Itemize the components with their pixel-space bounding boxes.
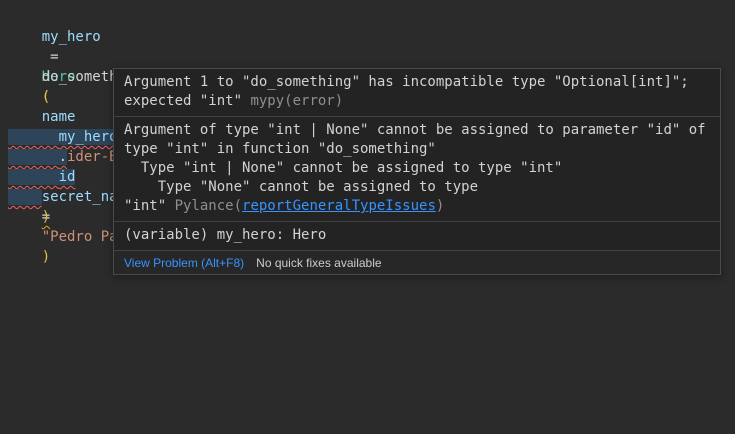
view-problem-link[interactable]: View Problem (Alt+F8)	[124, 256, 244, 270]
pylance-message-line-3: Type "int | None" cannot be assigned to …	[124, 159, 710, 178]
pylance-message-line-2: type "int" in function "do_something"	[124, 140, 710, 159]
hover-tooltip: Argument 1 to "do_something" has incompa…	[113, 68, 721, 275]
pylance-diagnostic-section: Argument of type "int | None" cannot be …	[114, 117, 720, 222]
mypy-diagnostic-section: Argument 1 to "do_something" has incompa…	[114, 69, 720, 117]
report-general-type-issues-link[interactable]: reportGeneralTypeIssues	[242, 198, 436, 214]
token-attribute: id	[59, 169, 76, 185]
code-editor[interactable]: my_hero = Hero ( name = "Spider-Boy" , s…	[0, 0, 735, 434]
token-variable: my_hero	[59, 129, 118, 145]
pylance-message-line-4: Type "None" cannot be assigned to type	[124, 178, 710, 197]
pylance-message-line-1: Argument of type "int | None" cannot be …	[124, 121, 710, 140]
error-highlighted-expression[interactable]: my_hero . id	[8, 129, 118, 205]
pylance-source-label: Pylance(	[175, 198, 242, 214]
token-variable: my_hero	[42, 29, 101, 45]
no-quick-fixes-label: No quick fixes available	[256, 256, 381, 270]
mypy-message-text: expected "int"	[124, 93, 250, 109]
token-open-paren: (	[42, 89, 50, 105]
variable-info-section: (variable) my_hero: Hero	[114, 222, 720, 251]
mypy-source-label: mypy(error)	[250, 93, 343, 109]
hover-status-bar: View Problem (Alt+F8) No quick fixes ava…	[114, 251, 720, 274]
pylance-source-close: )	[436, 198, 444, 214]
mypy-message-line-1: Argument 1 to "do_something" has incompa…	[124, 73, 710, 92]
token-close-paren: )	[42, 209, 50, 225]
pylance-message-line-5: "int" Pylance(reportGeneralTypeIssues)	[124, 197, 710, 216]
token-dot: .	[59, 149, 67, 165]
mypy-message-line-2: expected "int" mypy(error)	[124, 92, 710, 111]
variable-info-text: (variable) my_hero: Hero	[124, 226, 710, 245]
token-close-paren: )	[42, 249, 50, 265]
pylance-message-text: "int"	[124, 198, 175, 214]
